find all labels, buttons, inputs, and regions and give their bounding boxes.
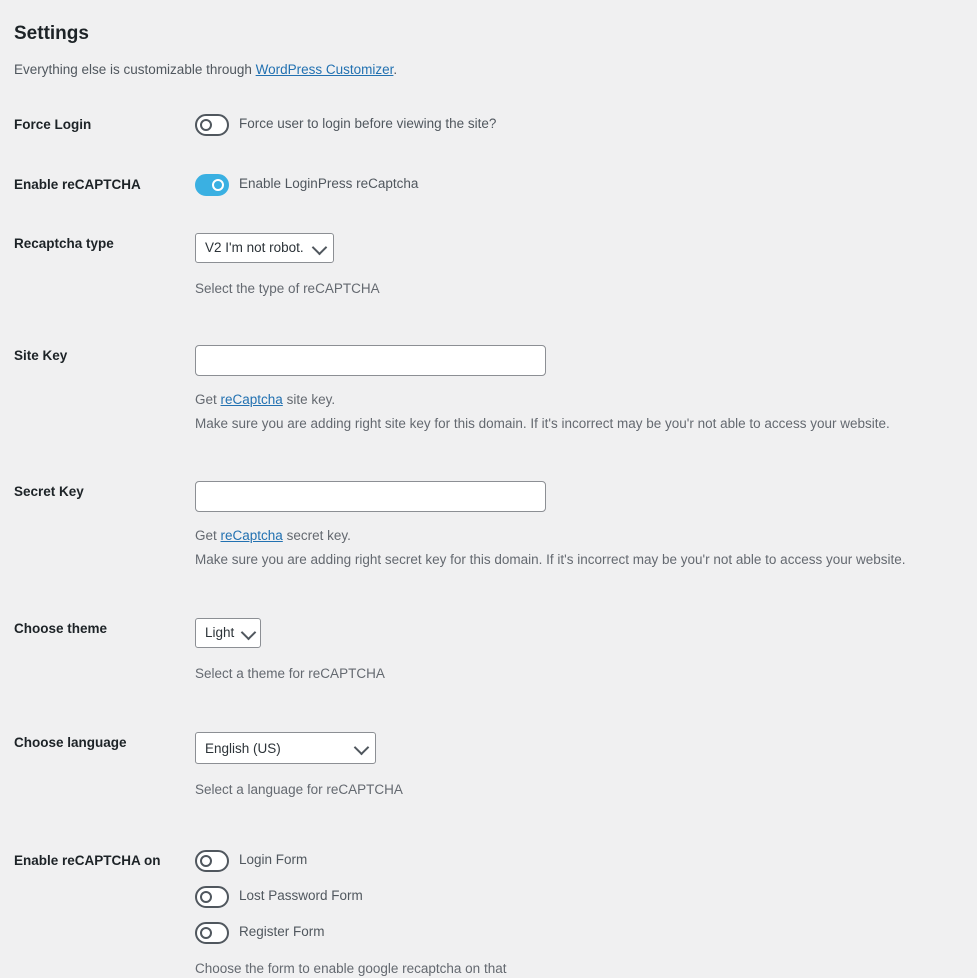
intro-text-after: . — [393, 61, 398, 77]
site-key-input[interactable] — [195, 344, 546, 376]
field-enable-recaptcha: Enable LoginPress reCaptcha — [195, 173, 963, 196]
hint-site-key: Get reCaptcha site key. — [195, 376, 963, 410]
toggle-lost-password-form[interactable] — [195, 885, 229, 908]
field-enable-recaptcha-on: Login Form Lost Password Form Register F… — [195, 849, 963, 978]
field-choose-theme: Light Select a theme for reCAPTCHA — [195, 617, 963, 684]
description-choose-language: Select a language for reCAPTCHA — [195, 782, 403, 798]
field-recaptcha-type: V2 I'm not robot. Select the type of reC… — [195, 232, 963, 299]
toggle-knob-icon — [200, 854, 212, 867]
toggle-login-form[interactable] — [195, 849, 229, 872]
toggle-line-register-form: Register Form — [195, 921, 963, 944]
toggle-knob-icon — [212, 178, 224, 191]
toggle-label-login-form: Login Form — [239, 852, 308, 868]
warning-site-key: Make sure you are adding right site key … — [195, 416, 890, 432]
field-site-key: Get reCaptcha site key. Make sure you ar… — [195, 344, 963, 434]
label-force-login: Force Login — [14, 116, 92, 132]
label-enable-recaptcha: Enable reCAPTCHA — [14, 176, 141, 192]
chevron-down-icon — [353, 740, 370, 756]
select-recaptcha-type[interactable]: V2 I'm not robot. — [195, 232, 334, 263]
toggle-knob-icon — [200, 926, 212, 939]
label-site-key: Site Key — [14, 347, 68, 363]
toggle-register-form[interactable] — [195, 921, 229, 944]
label-choose-theme: Choose theme — [14, 620, 108, 636]
intro-text: Everything else is customizable through … — [14, 47, 963, 80]
select-choose-language[interactable]: English (US) — [195, 732, 376, 765]
setting-row-enable-recaptcha-on: Enable reCAPTCHA on Login Form Lost Pass… — [14, 849, 963, 978]
toggle-line-force-login: Force user to login before viewing the s… — [195, 113, 963, 136]
toggle-knob-icon — [200, 890, 212, 903]
chevron-down-icon — [240, 624, 257, 641]
select-choose-theme-value: Light — [205, 625, 235, 641]
setting-row-site-key: Site Key Get reCaptcha site key. Make su… — [14, 344, 963, 434]
toggle-line-login-form: Login Form — [195, 849, 963, 872]
secret-key-input[interactable] — [195, 480, 546, 512]
toggle-label-force-login: Force user to login before viewing the s… — [239, 116, 497, 132]
label-secret-key: Secret Key — [14, 483, 84, 499]
select-choose-theme[interactable]: Light — [195, 617, 261, 648]
hint-secret-key: Get reCaptcha secret key. — [195, 512, 963, 546]
recaptcha-secret-key-link[interactable]: reCaptcha — [221, 528, 283, 543]
hint-secret-key-after: secret key. — [282, 527, 351, 543]
field-choose-language: English (US) Select a language for reCAP… — [195, 732, 963, 800]
setting-row-secret-key: Secret Key Get reCaptcha secret key. Mak… — [14, 480, 963, 570]
field-force-login: Force user to login before viewing the s… — [195, 113, 963, 136]
toggle-enable-recaptcha[interactable] — [195, 173, 229, 196]
recaptcha-site-key-link[interactable]: reCaptcha — [221, 392, 283, 407]
setting-row-choose-language: Choose language English (US) Select a la… — [14, 732, 963, 800]
chevron-down-icon — [311, 239, 328, 256]
toggle-label-lost-password-form: Lost Password Form — [239, 888, 363, 904]
toggle-line-lost-password-form: Lost Password Form — [195, 885, 963, 908]
warning-secret-key: Make sure you are adding right secret ke… — [195, 552, 906, 568]
description-recaptcha-type: Select the type of reCAPTCHA — [195, 280, 380, 296]
hint-site-key-after: site key. — [282, 391, 336, 407]
hint-secret-key-before: Get — [195, 527, 221, 543]
description-enable-recaptcha-on: Choose the form to enable google recaptc… — [195, 960, 507, 976]
label-enable-recaptcha-on: Enable reCAPTCHA on — [14, 852, 161, 868]
intro-text-before: Everything else is customizable through — [14, 61, 256, 77]
setting-row-enable-recaptcha: Enable reCAPTCHA Enable LoginPress reCap… — [14, 173, 963, 196]
setting-row-choose-theme: Choose theme Light Select a theme for re… — [14, 617, 963, 684]
setting-row-recaptcha-type: Recaptcha type V2 I'm not robot. Select … — [14, 232, 963, 299]
toggle-force-login[interactable] — [195, 113, 229, 136]
hint-site-key-before: Get — [195, 391, 221, 407]
toggle-knob-icon — [200, 118, 212, 131]
label-choose-language: Choose language — [14, 735, 127, 751]
toggle-line-enable-recaptcha: Enable LoginPress reCaptcha — [195, 173, 963, 196]
settings-page: Settings Everything else is customizable… — [0, 0, 977, 976]
toggle-label-register-form: Register Form — [239, 924, 325, 940]
select-recaptcha-type-value: V2 I'm not robot. — [205, 240, 304, 256]
label-recaptcha-type: Recaptcha type — [14, 235, 114, 251]
description-choose-theme: Select a theme for reCAPTCHA — [195, 665, 385, 681]
wordpress-customizer-link[interactable]: WordPress Customizer — [256, 62, 394, 77]
page-title: Settings — [14, 23, 89, 44]
select-choose-language-value: English (US) — [205, 740, 281, 756]
toggle-label-enable-recaptcha: Enable LoginPress reCaptcha — [239, 176, 419, 192]
setting-row-force-login: Force Login Force user to login before v… — [14, 113, 963, 136]
field-secret-key: Get reCaptcha secret key. Make sure you … — [195, 480, 963, 570]
